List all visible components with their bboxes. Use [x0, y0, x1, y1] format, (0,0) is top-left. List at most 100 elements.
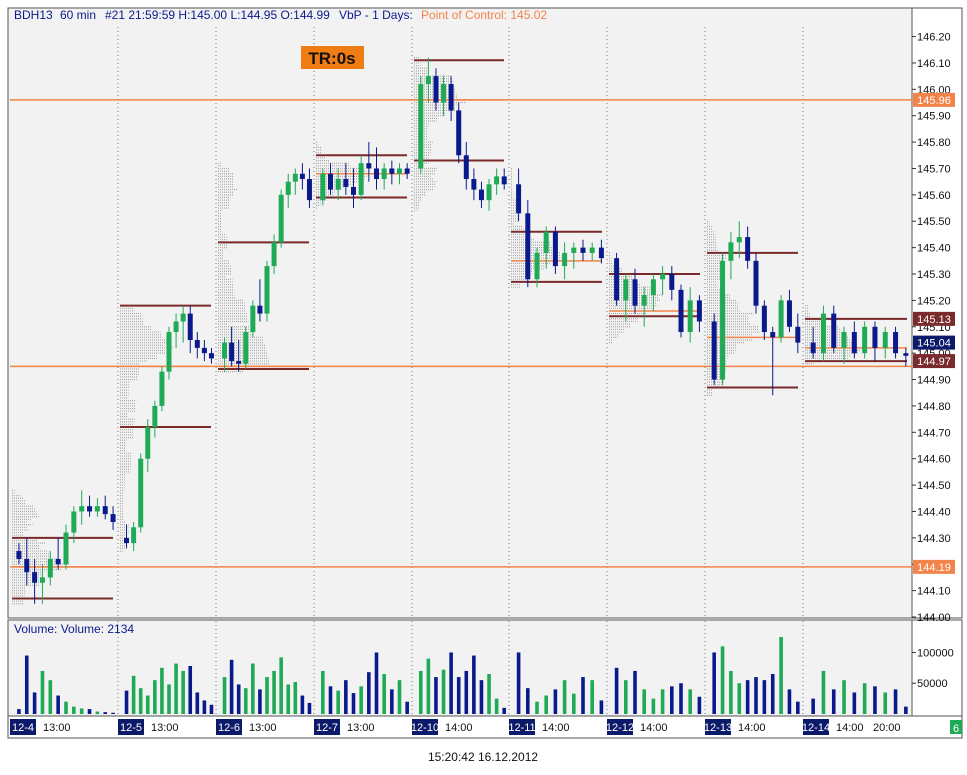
volume-bar [516, 652, 521, 714]
candle-body [152, 405, 158, 428]
volume-bar [821, 670, 826, 714]
price-tick-label: 144.00 [917, 612, 951, 624]
volume-bar [300, 695, 305, 714]
volume-bar [418, 670, 423, 714]
volume-bar [243, 688, 248, 714]
price-tick-label: 144.50 [917, 480, 951, 492]
price-tick-label: 145.90 [917, 111, 951, 123]
candle-body [486, 184, 492, 201]
date-badge-label: 12-5 [120, 722, 142, 734]
candle-body [351, 186, 356, 195]
time-label: 13:00 [249, 722, 277, 734]
candle-body [478, 189, 484, 201]
candle-body [778, 300, 784, 338]
price-tick-label: 144.10 [917, 586, 951, 598]
candle-body [173, 321, 179, 333]
volume-bar [279, 657, 283, 714]
volume-bar [624, 680, 628, 714]
candle-body [711, 321, 717, 380]
volume-bar [174, 663, 178, 714]
candle-body [810, 342, 816, 354]
volume-bar [111, 712, 115, 714]
volume-bar [464, 670, 469, 714]
volume-bar [679, 683, 683, 714]
timer-badge-label: TR:0s [308, 49, 355, 68]
volume-bar [811, 698, 815, 714]
candle-body [264, 266, 270, 314]
chart: 146.20146.10146.00145.90145.80145.70145.… [7, 7, 963, 764]
candle-body [208, 353, 214, 359]
candle-body [786, 300, 792, 327]
volume-bar [138, 688, 143, 714]
candle-body [614, 258, 620, 301]
candle-body [441, 84, 447, 103]
candle-body [257, 305, 263, 314]
volume-bar [434, 677, 438, 714]
volume-bar [48, 680, 53, 714]
candle-body [243, 332, 249, 364]
candle-body [516, 184, 522, 214]
candle-body [180, 313, 186, 322]
volume-bar [286, 684, 291, 714]
volume-bar [359, 686, 363, 714]
volume-bar [131, 675, 136, 714]
volume-tick-label: 100000 [917, 647, 954, 659]
candle-body [736, 237, 742, 243]
volume-bar [382, 674, 386, 714]
volume-bar [222, 677, 227, 714]
candle-body [525, 213, 531, 280]
candle-body [47, 558, 53, 578]
date-badge-label: 12-6 [218, 722, 240, 734]
candle-body [862, 326, 868, 354]
volume-bar [251, 663, 255, 714]
status-badge-label: 6 [953, 723, 959, 735]
volume-bar [32, 692, 37, 714]
time-label: 14:00 [640, 722, 668, 734]
volume-bar [688, 689, 692, 714]
candle-body [552, 231, 558, 267]
volume-bar [526, 688, 530, 714]
volume-bar [374, 652, 379, 714]
volume-bar [572, 693, 576, 714]
volume-bar [762, 680, 767, 714]
candle-body [145, 427, 151, 459]
price-tick-label: 144.30 [917, 533, 951, 545]
candle-body [831, 313, 837, 348]
candle-body [795, 326, 801, 343]
volume-bar [160, 667, 164, 714]
candle-body [306, 179, 312, 201]
volume-bar [670, 686, 674, 714]
volume-bar [209, 704, 214, 714]
price-tick-label: 145.40 [917, 243, 951, 255]
candle-body [159, 371, 165, 406]
volume-bar [904, 706, 908, 714]
volume-bar [79, 708, 84, 714]
candle-body [872, 326, 878, 348]
time-label: 14:00 [445, 722, 473, 734]
price-tick-label: 145.70 [917, 163, 951, 175]
candle-body [433, 76, 439, 103]
volume-bar [893, 689, 898, 714]
volume-bar [729, 670, 733, 714]
time-label: 20:00 [873, 722, 901, 734]
candle-body [580, 247, 586, 253]
candle-body [381, 168, 387, 180]
price-badge-label: 145.96 [917, 95, 951, 107]
volume-bar [124, 690, 129, 714]
candle-body [374, 168, 379, 180]
interval-label: 60 min [60, 8, 96, 22]
candle-body [820, 313, 826, 354]
time-label: 13:00 [151, 722, 179, 734]
volume-bar [167, 684, 171, 714]
candle-body [893, 332, 899, 354]
volume-bar [229, 659, 234, 714]
candle-body [55, 558, 61, 565]
candle-body [201, 347, 207, 354]
volume-bar [479, 680, 484, 714]
candle-body [463, 155, 469, 180]
volume-bar [258, 689, 262, 714]
volume-bar [633, 670, 637, 714]
volume-bar [236, 684, 241, 714]
volume-bar [293, 682, 298, 714]
date-badge-label: 12-14 [802, 722, 830, 734]
